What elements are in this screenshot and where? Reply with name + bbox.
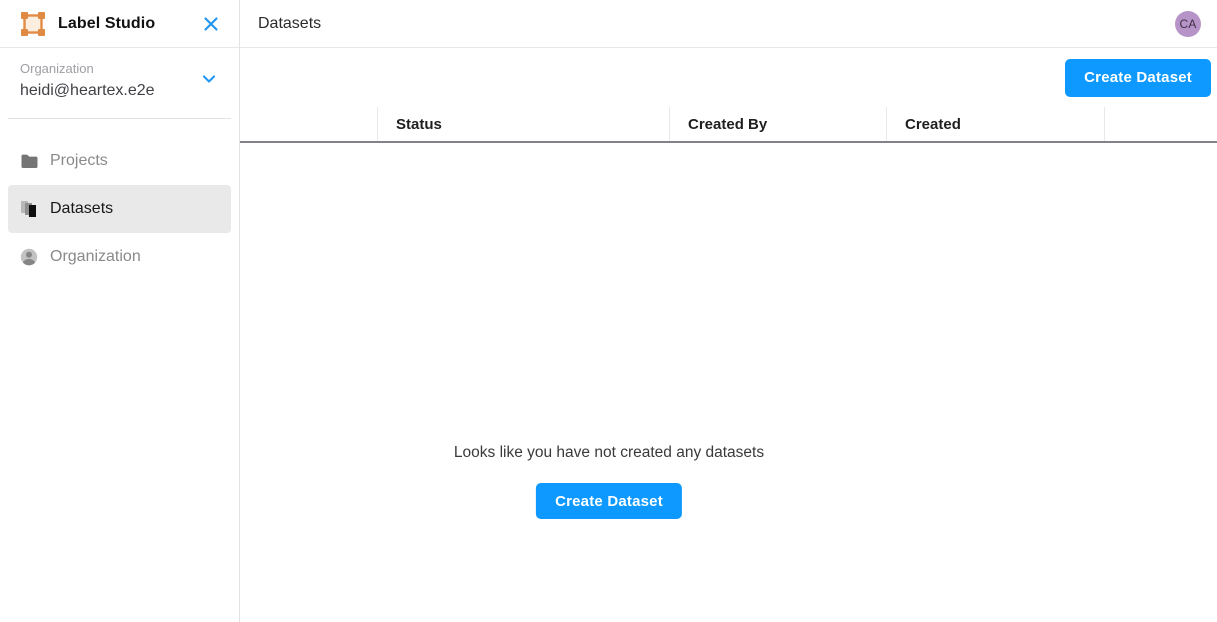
organization-selector-texts: Organization heidi@heartex.e2e bbox=[20, 61, 191, 102]
app-window: Label Studio Organization heidi@heartex.… bbox=[0, 0, 1217, 622]
create-dataset-button[interactable]: Create Dataset bbox=[1065, 59, 1211, 97]
sidebar-item-label: Datasets bbox=[50, 200, 113, 218]
empty-state-create-dataset-button[interactable]: Create Dataset bbox=[536, 483, 682, 519]
sidebar-item-datasets[interactable]: Datasets bbox=[8, 185, 231, 233]
datasets-icon bbox=[20, 200, 38, 218]
label-studio-logo-icon[interactable] bbox=[20, 11, 46, 37]
sidebar-item-organization[interactable]: Organization bbox=[8, 233, 231, 281]
page-title: Datasets bbox=[258, 15, 1175, 33]
main-area: Datasets CA Create Dataset Status Create… bbox=[240, 0, 1217, 622]
sidebar-item-projects[interactable]: Projects bbox=[8, 137, 231, 185]
folder-icon bbox=[20, 152, 38, 170]
brand-title: Label Studio bbox=[58, 15, 187, 33]
datasets-table-header: Status Created By Created bbox=[240, 107, 1217, 143]
user-avatar[interactable]: CA bbox=[1175, 11, 1201, 37]
organization-selector-value: heidi@heartex.e2e bbox=[20, 80, 191, 102]
sidebar-nav: Projects Datasets bbox=[0, 119, 239, 281]
organization-selector[interactable]: Organization heidi@heartex.e2e bbox=[8, 48, 231, 119]
empty-state-message: Looks like you have not created any data… bbox=[454, 444, 764, 462]
content-area: Create Dataset Status Created By Created… bbox=[240, 48, 1217, 622]
top-header: Datasets CA bbox=[240, 0, 1217, 48]
chevron-down-icon bbox=[199, 69, 219, 94]
sidebar: Label Studio Organization heidi@heartex.… bbox=[0, 0, 240, 622]
sidebar-item-label: Projects bbox=[50, 152, 108, 170]
sidebar-item-label: Organization bbox=[50, 248, 141, 266]
sidebar-header: Label Studio bbox=[0, 0, 239, 48]
column-header-actions bbox=[1104, 107, 1217, 141]
empty-state: Looks like you have not created any data… bbox=[454, 444, 764, 519]
column-header-created-by: Created By bbox=[669, 107, 886, 141]
organization-selector-label: Organization bbox=[20, 61, 191, 77]
column-header-status: Status bbox=[377, 107, 669, 141]
column-header-created: Created bbox=[886, 107, 1104, 141]
datasets-toolbar: Create Dataset bbox=[240, 48, 1217, 107]
column-header-name bbox=[240, 107, 377, 141]
person-icon bbox=[20, 248, 38, 266]
close-sidebar-icon[interactable] bbox=[199, 12, 223, 36]
